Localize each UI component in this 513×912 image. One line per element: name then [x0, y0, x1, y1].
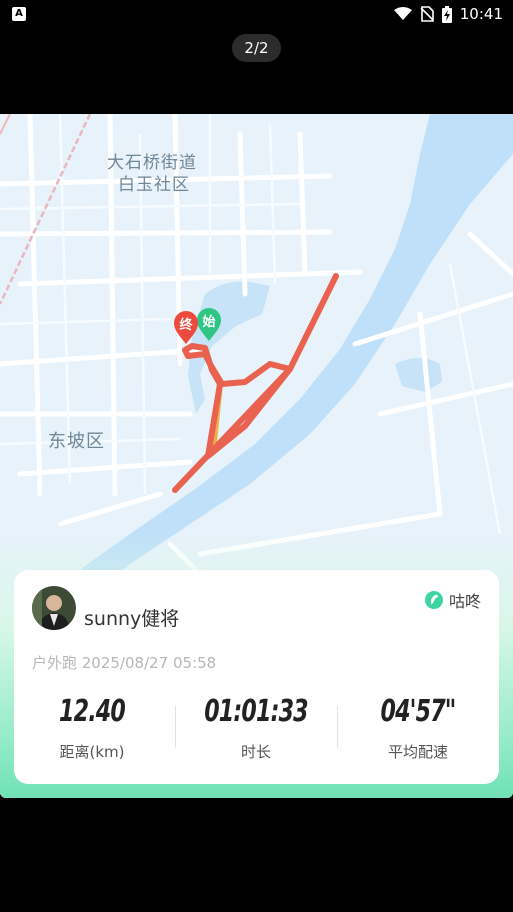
end-marker[interactable]: 终 [173, 311, 199, 345]
start-marker[interactable]: 始 [196, 308, 222, 342]
wifi-icon [393, 7, 412, 20]
stat-distance-value: 12.40 [59, 694, 126, 729]
end-marker-label: 终 [179, 318, 193, 333]
avatar[interactable] [32, 586, 76, 630]
battery-charging-icon [441, 5, 452, 23]
status-icons: 10:41 [393, 4, 503, 24]
activity-meta: 户外跑 2025/08/27 05:58 [32, 654, 217, 672]
stat-pace: 04'57" 平均配速 [338, 694, 498, 762]
stat-distance: 12.40 距离(km) [12, 694, 172, 762]
stat-pace-label: 平均配速 [387, 743, 448, 761]
stat-distance-label: 距离(km) [59, 743, 125, 761]
no-sim-icon [420, 6, 434, 22]
share-card: 大石桥街道 白玉社区 东坡区 始 终 sunny健将 咕咚 户外跑 2025/0… [0, 114, 513, 798]
activity-info-card: sunny健将 咕咚 户外跑 2025/08/27 05:58 12.40 距离… [14, 570, 499, 784]
map-label-community: 白玉社区 [118, 175, 190, 195]
start-marker-label: 始 [202, 315, 216, 330]
stat-duration-label: 时长 [240, 743, 271, 761]
username: sunny健将 [84, 608, 180, 630]
brand: 咕咚 [424, 588, 481, 612]
page-indicator: 2/2 [232, 34, 281, 62]
stat-pace-value: 04'57" [380, 694, 456, 729]
status-bar: A 10:41 [0, 0, 513, 28]
notification-app-icon: A [12, 7, 26, 21]
gudong-logo-icon [424, 591, 443, 609]
brand-name: 咕咚 [448, 592, 481, 611]
clock: 10:41 [459, 5, 503, 23]
stat-duration: 01:01:33 时长 [176, 694, 336, 762]
stat-duration-value: 01:01:33 [204, 694, 308, 729]
map-label-district: 东坡区 [48, 431, 105, 452]
